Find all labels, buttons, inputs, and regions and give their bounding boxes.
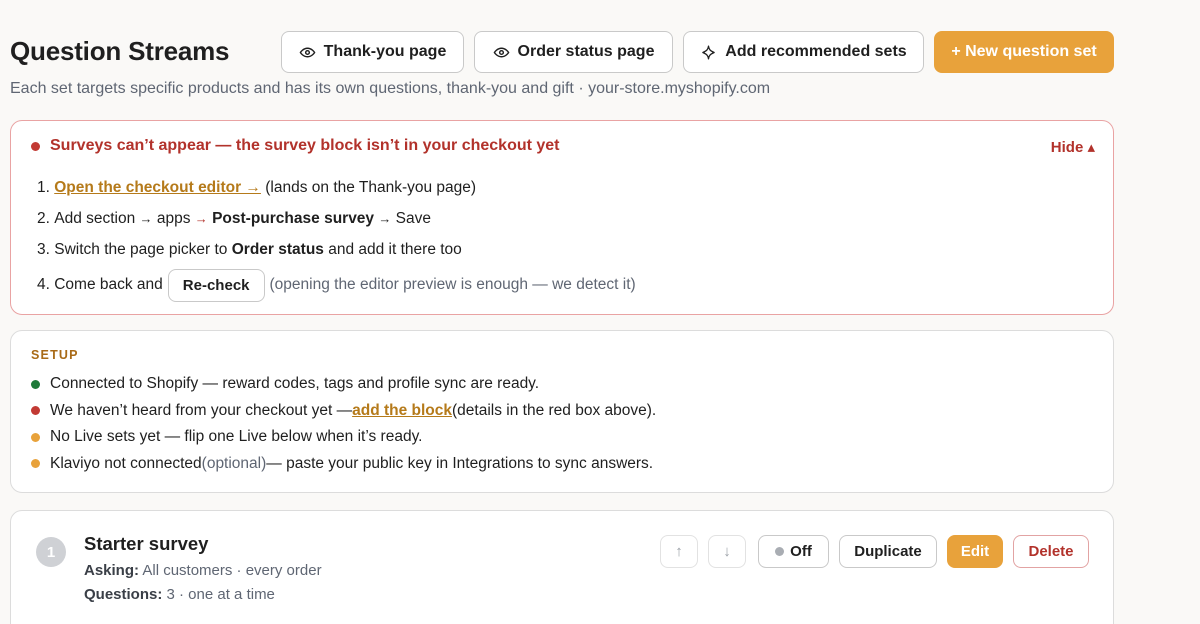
step-text: Switch the page picker to <box>54 240 232 258</box>
move-up-button[interactable]: ↑ <box>660 535 698 568</box>
status-dot-icon <box>775 547 785 556</box>
alert-step-1: 1. Open the checkout editor → (lands on … <box>37 172 636 203</box>
setup-item-klaviyo: Klaviyo not connected(optional)— paste y… <box>31 451 656 478</box>
questions-label: Questions: <box>84 586 163 603</box>
step-number: 4. <box>37 276 55 293</box>
setup-item-text: No Live sets yet — flip one Live below w… <box>50 428 423 446</box>
page-subtitle: Each set targets specific products and h… <box>10 80 771 97</box>
delete-button[interactable]: Delete <box>1013 535 1089 568</box>
status-dot-icon <box>31 379 40 389</box>
eye-icon <box>299 47 316 57</box>
thank-you-page-button[interactable]: Thank-you page <box>281 31 464 73</box>
asking-label: Asking: <box>84 562 140 579</box>
step-number: 3. <box>37 240 55 258</box>
status-dot-icon <box>31 141 40 151</box>
alert-title-text: Surveys can’t appear — the survey block … <box>50 137 560 154</box>
step-note: (opening the editor preview is enough — … <box>269 276 636 293</box>
checkout-block-alert: Surveys can’t appear — the survey block … <box>10 120 1114 315</box>
alert-step-4: 4. Come back and Re-check (opening the edi… <box>37 265 636 305</box>
question-set-card: 1 Starter survey Asking: All customers ·… <box>10 510 1114 624</box>
step-text: Save <box>391 209 432 227</box>
add-recommended-sets-button[interactable]: Add recommended sets <box>683 31 924 73</box>
step-number: 2. <box>37 209 55 227</box>
arrow-icon: → <box>378 211 392 226</box>
setup-item-text-before: We haven’t heard from your checkout yet … <box>50 401 353 419</box>
step-emphasis: Post-purchase survey <box>212 209 375 227</box>
step-text: Add section <box>54 209 140 227</box>
alert-steps: 1. Open the checkout editor → (lands on … <box>37 172 636 305</box>
order-status-page-label: Order status page <box>517 43 655 60</box>
setup-item-text: Klaviyo not connected(optional)— paste y… <box>50 455 653 473</box>
eye-icon <box>493 47 509 57</box>
page-title: Question Streams <box>10 36 230 66</box>
live-toggle-button[interactable]: Off <box>758 535 829 568</box>
sparkle-icon <box>702 44 716 60</box>
setup-item-live-sets: No Live sets yet — flip one Live below w… <box>31 424 656 451</box>
arrow-icon: → <box>194 211 208 226</box>
questions-value: 3 · one at a time <box>162 586 275 603</box>
status-dot-icon <box>31 432 40 442</box>
live-toggle-label: Off <box>790 543 812 560</box>
setup-panel: SETUP Connected to Shopify — reward code… <box>10 330 1114 493</box>
setup-list: Connected to Shopify — reward codes, tag… <box>31 371 656 477</box>
step-text: and add it there too <box>323 240 462 258</box>
setup-item-text-before: Klaviyo not connected <box>50 454 202 472</box>
asking-value: All customers · every order <box>139 562 322 579</box>
step-text: apps <box>152 209 195 227</box>
status-dot-icon <box>31 406 40 416</box>
setup-item-shopify: Connected to Shopify — reward codes, tag… <box>31 371 656 398</box>
optional-tag: (optional) <box>201 454 267 472</box>
add-the-block-link[interactable]: add the block <box>352 402 452 419</box>
setup-item-text: We haven’t heard from your checkout yet … <box>50 402 656 420</box>
alert-step-2: 2. Add section → apps → Post-purchase su… <box>37 203 636 234</box>
setup-item-text-after: (details in the red box above). <box>452 401 657 419</box>
step-text: Come back and <box>54 276 163 293</box>
arrow-icon: → <box>139 211 153 226</box>
thank-you-page-label: Thank-you page <box>323 43 447 60</box>
setup-label: SETUP <box>31 348 79 362</box>
alert-title: Surveys can’t appear — the survey block … <box>31 137 560 155</box>
step-emphasis: Order status <box>231 240 324 258</box>
edit-button[interactable]: Edit <box>947 535 1003 568</box>
setup-item-checkout: We haven’t heard from your checkout yet … <box>31 398 656 425</box>
add-recommended-sets-label: Add recommended sets <box>725 43 907 60</box>
hide-alert-button[interactable]: Hide ▴ <box>1051 138 1095 156</box>
step-number: 1. <box>37 178 55 196</box>
new-question-set-button[interactable]: + New question set <box>934 31 1114 73</box>
recheck-button[interactable]: Re-check <box>167 268 265 302</box>
move-down-button[interactable]: ↓ <box>708 535 746 568</box>
open-checkout-editor-link[interactable]: Open the checkout editor → <box>54 179 261 197</box>
setup-item-text: Connected to Shopify — reward codes, tag… <box>50 375 540 393</box>
setup-item-text-after: — paste your public key in Integrations … <box>266 454 654 472</box>
alert-step-3: 3. Switch the page picker to Order statu… <box>37 234 636 265</box>
status-dot-icon <box>31 459 40 469</box>
step-text: (lands on the Thank-you page) <box>260 178 477 196</box>
set-name: Starter survey <box>84 533 209 554</box>
set-number-badge: 1 <box>36 537 66 567</box>
new-question-set-label: + New question set <box>951 43 1097 60</box>
duplicate-button[interactable]: Duplicate <box>839 535 937 568</box>
set-asking: Asking: All customers · every order <box>84 562 322 579</box>
set-questions: Questions: 3 · one at a time <box>84 586 275 603</box>
order-status-page-button[interactable]: Order status page <box>474 31 673 73</box>
